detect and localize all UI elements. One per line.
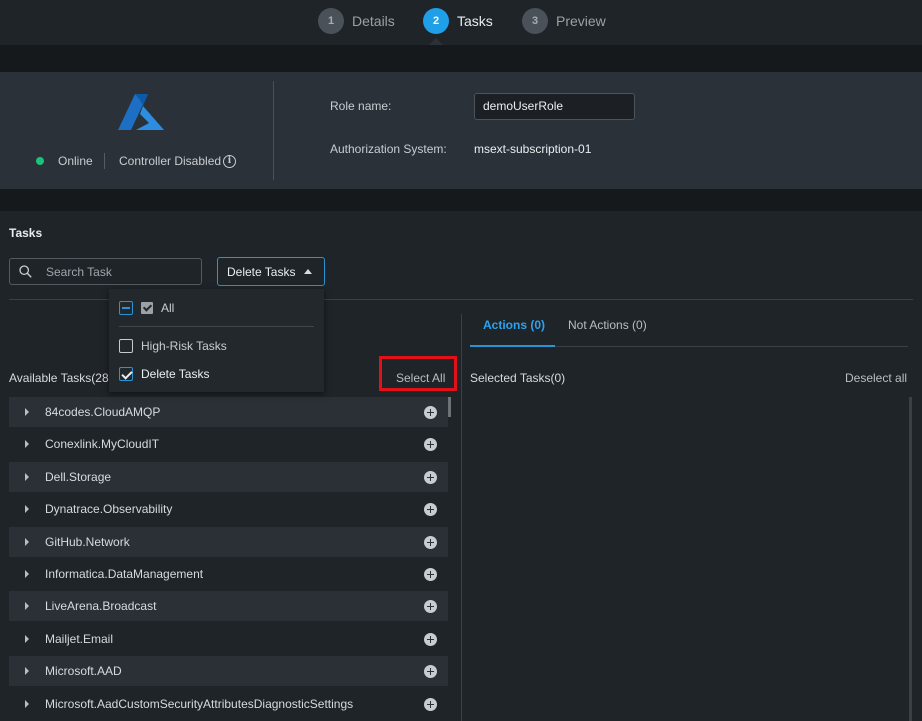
task-filter-dropdown[interactable]: Delete Tasks <box>217 257 325 286</box>
online-status-text: Online <box>58 154 93 168</box>
add-circle-icon[interactable] <box>424 536 437 549</box>
step-details[interactable]: 1 Details <box>318 8 395 34</box>
step-number: 3 <box>522 8 548 34</box>
task-name: Dynatrace.Observability <box>45 502 173 516</box>
task-list-scrollbar[interactable] <box>448 397 451 417</box>
task-name: Dell.Storage <box>45 470 112 484</box>
filter-option-label: High-Risk Tasks <box>141 339 227 353</box>
step-label: Preview <box>556 13 606 29</box>
filter-option-label: Delete Tasks <box>141 367 210 381</box>
expand-caret-icon[interactable] <box>25 570 29 578</box>
task-row[interactable]: Dynatrace.Observability <box>9 494 448 524</box>
tab-not-actions[interactable]: Not Actions (0) <box>568 318 647 332</box>
step-label: Details <box>352 13 395 29</box>
active-step-pointer <box>429 38 443 45</box>
add-circle-icon[interactable] <box>424 406 437 419</box>
filter-option-label: All <box>161 301 175 315</box>
task-row[interactable]: Informatica.DataManagement <box>9 559 448 589</box>
expand-caret-icon[interactable] <box>25 473 29 481</box>
deselect-all-button[interactable]: Deselect all <box>845 371 907 385</box>
header-band-top <box>0 45 922 72</box>
checkbox-icon[interactable] <box>119 339 133 353</box>
info-icon[interactable]: i <box>223 155 236 168</box>
task-row[interactable]: 84codes.CloudAMQP <box>9 397 448 427</box>
step-number: 1 <box>318 8 344 34</box>
step-preview[interactable]: 3 Preview <box>522 8 606 34</box>
add-circle-icon[interactable] <box>424 438 437 451</box>
add-circle-icon[interactable] <box>424 503 437 516</box>
expand-caret-icon[interactable] <box>25 700 29 708</box>
filter-option-all[interactable]: All <box>119 300 174 316</box>
available-task-list: 84codes.CloudAMQP Conexlink.MyCloudIT De… <box>9 397 450 721</box>
task-name: 84codes.CloudAMQP <box>45 405 161 419</box>
task-row[interactable]: GitHub.Network <box>9 527 448 557</box>
task-filter-menu: All High-Risk Tasks Delete Tasks <box>109 289 324 392</box>
task-name: Microsoft.AadCustomSecurityAttributesDia… <box>45 697 354 711</box>
auth-system-value: msext-subscription-01 <box>474 142 592 156</box>
role-name-input[interactable]: demoUserRole <box>474 93 635 120</box>
expand-caret-icon[interactable] <box>25 635 29 643</box>
header-divider <box>273 81 274 180</box>
indeterminate-checkbox-icon[interactable] <box>119 301 133 315</box>
task-name: Conexlink.MyCloudIT <box>45 437 160 451</box>
search-placeholder: Search Task <box>46 265 112 279</box>
header-band-bottom <box>0 189 922 211</box>
task-name: LiveArena.Broadcast <box>45 599 157 613</box>
add-circle-icon[interactable] <box>424 698 437 711</box>
search-icon <box>19 265 32 278</box>
task-row[interactable]: Microsoft.AadCustomSecurityAttributesDia… <box>9 689 448 719</box>
expand-caret-icon[interactable] <box>25 505 29 513</box>
active-tab-indicator <box>470 345 555 347</box>
tasks-section-title: Tasks <box>9 226 43 240</box>
menu-divider <box>119 326 314 327</box>
role-summary-card <box>0 72 922 189</box>
azure-logo-icon <box>118 94 164 130</box>
filter-option-high-risk[interactable]: High-Risk Tasks <box>119 338 227 354</box>
task-name: Mailjet.Email <box>45 632 114 646</box>
caret-up-icon <box>304 269 312 274</box>
search-task-input[interactable]: Search Task <box>9 258 202 285</box>
auth-system-label: Authorization System: <box>330 142 447 156</box>
selected-tasks-label: Selected Tasks(0) <box>470 371 566 385</box>
task-name: Informatica.DataManagement <box>45 567 204 581</box>
expand-caret-icon[interactable] <box>25 667 29 675</box>
task-row[interactable]: LiveArena.Broadcast <box>9 591 448 621</box>
wizard-stepper: 1 Details 2 Tasks 3 Preview <box>0 0 922 45</box>
add-circle-icon[interactable] <box>424 568 437 581</box>
expand-caret-icon[interactable] <box>25 440 29 448</box>
add-circle-icon[interactable] <box>424 471 437 484</box>
expand-caret-icon[interactable] <box>25 602 29 610</box>
task-row[interactable]: Mailjet.Email <box>9 624 448 654</box>
task-name: GitHub.Network <box>45 535 130 549</box>
task-row[interactable]: Dell.Storage <box>9 462 448 492</box>
checked-checkbox-icon[interactable] <box>119 367 133 381</box>
available-tasks-label: Available Tasks(281 <box>9 371 116 385</box>
role-name-label: Role name: <box>330 99 392 113</box>
step-number: 2 <box>423 8 449 34</box>
task-row[interactable]: Microsoft.AAD <box>9 656 448 686</box>
filter-dropdown-label: Delete Tasks <box>227 265 296 279</box>
expand-caret-icon[interactable] <box>25 538 29 546</box>
task-row[interactable]: Conexlink.MyCloudIT <box>9 429 448 459</box>
panel-divider <box>461 314 462 721</box>
tab-divider <box>555 346 908 347</box>
tab-actions[interactable]: Actions (0) <box>483 318 545 332</box>
selected-list-scrollbar[interactable] <box>909 397 912 721</box>
step-tasks[interactable]: 2 Tasks <box>423 8 493 34</box>
controller-status-text: Controller Disabled <box>119 154 222 168</box>
select-all-highlight <box>379 356 457 391</box>
filter-option-delete[interactable]: Delete Tasks <box>119 366 209 382</box>
add-circle-icon[interactable] <box>424 600 437 613</box>
select-all-checkbox-icon <box>141 302 153 314</box>
task-name: Microsoft.AAD <box>45 664 122 678</box>
add-circle-icon[interactable] <box>424 665 437 678</box>
add-circle-icon[interactable] <box>424 633 437 646</box>
step-label: Tasks <box>457 13 493 29</box>
online-status-dot <box>36 157 44 165</box>
expand-caret-icon[interactable] <box>25 408 29 416</box>
status-divider <box>104 153 105 169</box>
